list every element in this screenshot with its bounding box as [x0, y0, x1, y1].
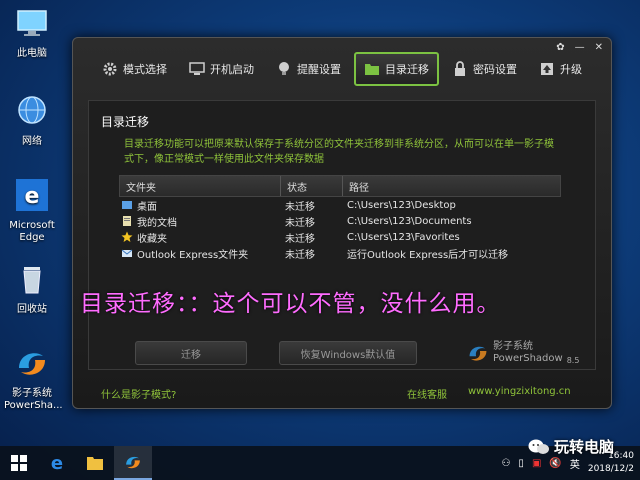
migrate-button[interactable]: 迁移 — [135, 341, 247, 365]
tab-upgrade[interactable]: 升级 — [530, 52, 591, 86]
folder-status: 未迁移 — [285, 249, 315, 261]
brand-version: 8.5 — [566, 356, 580, 365]
mail-icon — [121, 249, 133, 257]
tab-startup[interactable]: 开机启动 — [180, 52, 263, 86]
monitor-icon — [17, 10, 47, 36]
desktop-icon-label: 回收站 — [17, 304, 47, 315]
svg-text:e: e — [25, 184, 40, 209]
panel-title: 目录迁移 — [101, 115, 150, 129]
lightbulb-icon — [279, 62, 289, 75]
close-icon[interactable]: ✕ — [595, 42, 603, 53]
documents-icon — [123, 216, 131, 226]
folder-name: 桌面 — [137, 201, 157, 213]
directory-migration-panel: 目录迁移 目录迁移功能可以把原来默认保存于系统分区的文件夹迁移到非系统分区，从而… — [88, 100, 596, 370]
tab-label: 模式选择 — [123, 63, 167, 76]
folder-path: 运行Outlook Express后才可以迁移 — [347, 249, 509, 261]
edge-browser-icon: e — [50, 452, 64, 474]
wechat-icon — [528, 439, 549, 454]
folder-name: 我的文档 — [137, 217, 177, 229]
folder-status: 未迁移 — [285, 201, 315, 213]
gear-icon — [103, 62, 117, 76]
brand-name: 影子系统 — [493, 341, 533, 352]
tab-bar: 模式选择 开机启动 提醒设置 目录迁移 密码设置 升级 — [93, 52, 591, 86]
desktop-icon-label: 网络 — [22, 136, 42, 147]
tab-label: 提醒设置 — [297, 63, 341, 76]
folder-status: 未迁移 — [285, 217, 315, 229]
folder-icon — [365, 64, 379, 75]
column-header-folder[interactable]: 文件夹 — [120, 176, 280, 196]
star-icon — [121, 231, 133, 242]
taskbar-edge-button[interactable]: e — [38, 446, 76, 480]
restore-defaults-button[interactable]: 恢复Windows默认值 — [279, 341, 417, 365]
tab-directory-migration[interactable]: 目录迁移 — [354, 52, 439, 86]
online-service-link[interactable]: 在线客服 — [407, 386, 447, 401]
edge-browser-icon: e — [16, 179, 48, 211]
tab-label: 密码设置 — [473, 63, 517, 76]
usb-icon[interactable]: ▯ — [518, 458, 524, 469]
people-icon[interactable]: ⚇ — [501, 458, 510, 469]
desktop-icon-label: Microsoft Edge — [9, 220, 55, 243]
table-row[interactable]: 桌面 未迁移 C:\Users\123\Desktop — [119, 197, 561, 213]
table-row[interactable]: 我的文档 未迁移 C:\Users\123\Documents — [119, 213, 561, 229]
desktop-icon-network[interactable]: 网络 — [4, 94, 60, 148]
taskbar-shadow-system-button[interactable] — [114, 446, 152, 480]
table-header: 文件夹 状态 路径 — [119, 175, 561, 197]
brand-logo: 影子系统 PowerShadow 8.5 — [467, 341, 579, 365]
table-row[interactable]: Outlook Express文件夹 未迁移 运行Outlook Express… — [119, 245, 561, 261]
folder-path: C:\Users\123\Desktop — [347, 199, 456, 211]
desktop-icon-recycle-bin[interactable]: 回收站 — [4, 262, 60, 316]
table-row[interactable]: 收藏夹 未迁移 C:\Users\123\Favorites — [119, 229, 561, 245]
folder-name: 收藏夹 — [137, 233, 167, 245]
tab-label: 开机启动 — [210, 63, 254, 76]
tab-mode-select[interactable]: 模式选择 — [93, 52, 176, 86]
folder-table: 文件夹 状态 路径 桌面 未迁移 C:\Users\123\Desktop 我的… — [119, 175, 561, 261]
watermark-text: 玩转电脑 — [554, 438, 615, 456]
lock-icon — [455, 61, 465, 76]
network-globe-icon — [18, 96, 46, 124]
shadow-system-window: ✿ — ✕ 模式选择 开机启动 提醒设置 目录迁移 密码设置 升级 目录迁移 目… — [72, 37, 612, 409]
folder-name: Outlook Express文件夹 — [137, 249, 249, 261]
tab-label: 升级 — [560, 63, 582, 76]
taskbar-explorer-button[interactable] — [76, 446, 114, 480]
shadow-system-logo-icon — [126, 456, 140, 469]
windows-logo-icon — [11, 455, 27, 471]
brand-name-en: PowerShadow — [493, 353, 563, 364]
tab-label: 目录迁移 — [385, 63, 429, 76]
network-status-icon[interactable]: ▣ — [532, 458, 541, 469]
watermark: 玩转电脑 — [528, 436, 614, 457]
desktop-icon-edge[interactable]: e Microsoft Edge — [4, 178, 60, 244]
shadow-system-logo-icon — [19, 353, 45, 375]
volume-muted-icon[interactable]: 🔇 — [549, 458, 561, 469]
desktop-icon-this-pc[interactable]: 此电脑 — [4, 6, 60, 60]
desktop-folder-icon — [122, 201, 132, 209]
panel-description: 目录迁移功能可以把原来默认保存于系统分区的文件夹迁移到非系统分区，从而可以在单一… — [124, 139, 554, 165]
folder-path: C:\Users\123\Favorites — [347, 231, 460, 243]
shadow-system-logo-icon — [469, 346, 487, 361]
tab-reminder[interactable]: 提醒设置 — [267, 52, 350, 86]
what-is-shadow-mode-link[interactable]: 什么是影子模式? — [101, 386, 176, 401]
column-header-path[interactable]: 路径 — [342, 176, 560, 196]
tab-password[interactable]: 密码设置 — [443, 52, 526, 86]
monitor-icon — [189, 62, 205, 75]
recycle-bin-icon — [23, 267, 41, 294]
start-button[interactable] — [0, 446, 38, 480]
column-header-status[interactable]: 状态 — [280, 176, 342, 196]
clock-date: 2018/12/2 — [587, 464, 634, 474]
desktop-icon-label: 影子系统 PowerSha... — [4, 388, 63, 411]
website-link[interactable]: www.yingzixitong.cn — [468, 386, 571, 397]
ime-indicator[interactable]: 英 — [570, 456, 580, 471]
desktop-icon-shadow-system[interactable]: 影子系统 PowerSha... — [4, 346, 63, 412]
folder-path: C:\Users\123\Documents — [347, 215, 472, 227]
folder-icon — [87, 457, 103, 470]
upgrade-icon — [541, 63, 553, 75]
desktop-icon-label: 此电脑 — [17, 48, 47, 59]
overlay-caption: 目录迁移：：这个可以不管，没什么用。 — [80, 291, 501, 317]
folder-status: 未迁移 — [285, 233, 315, 245]
